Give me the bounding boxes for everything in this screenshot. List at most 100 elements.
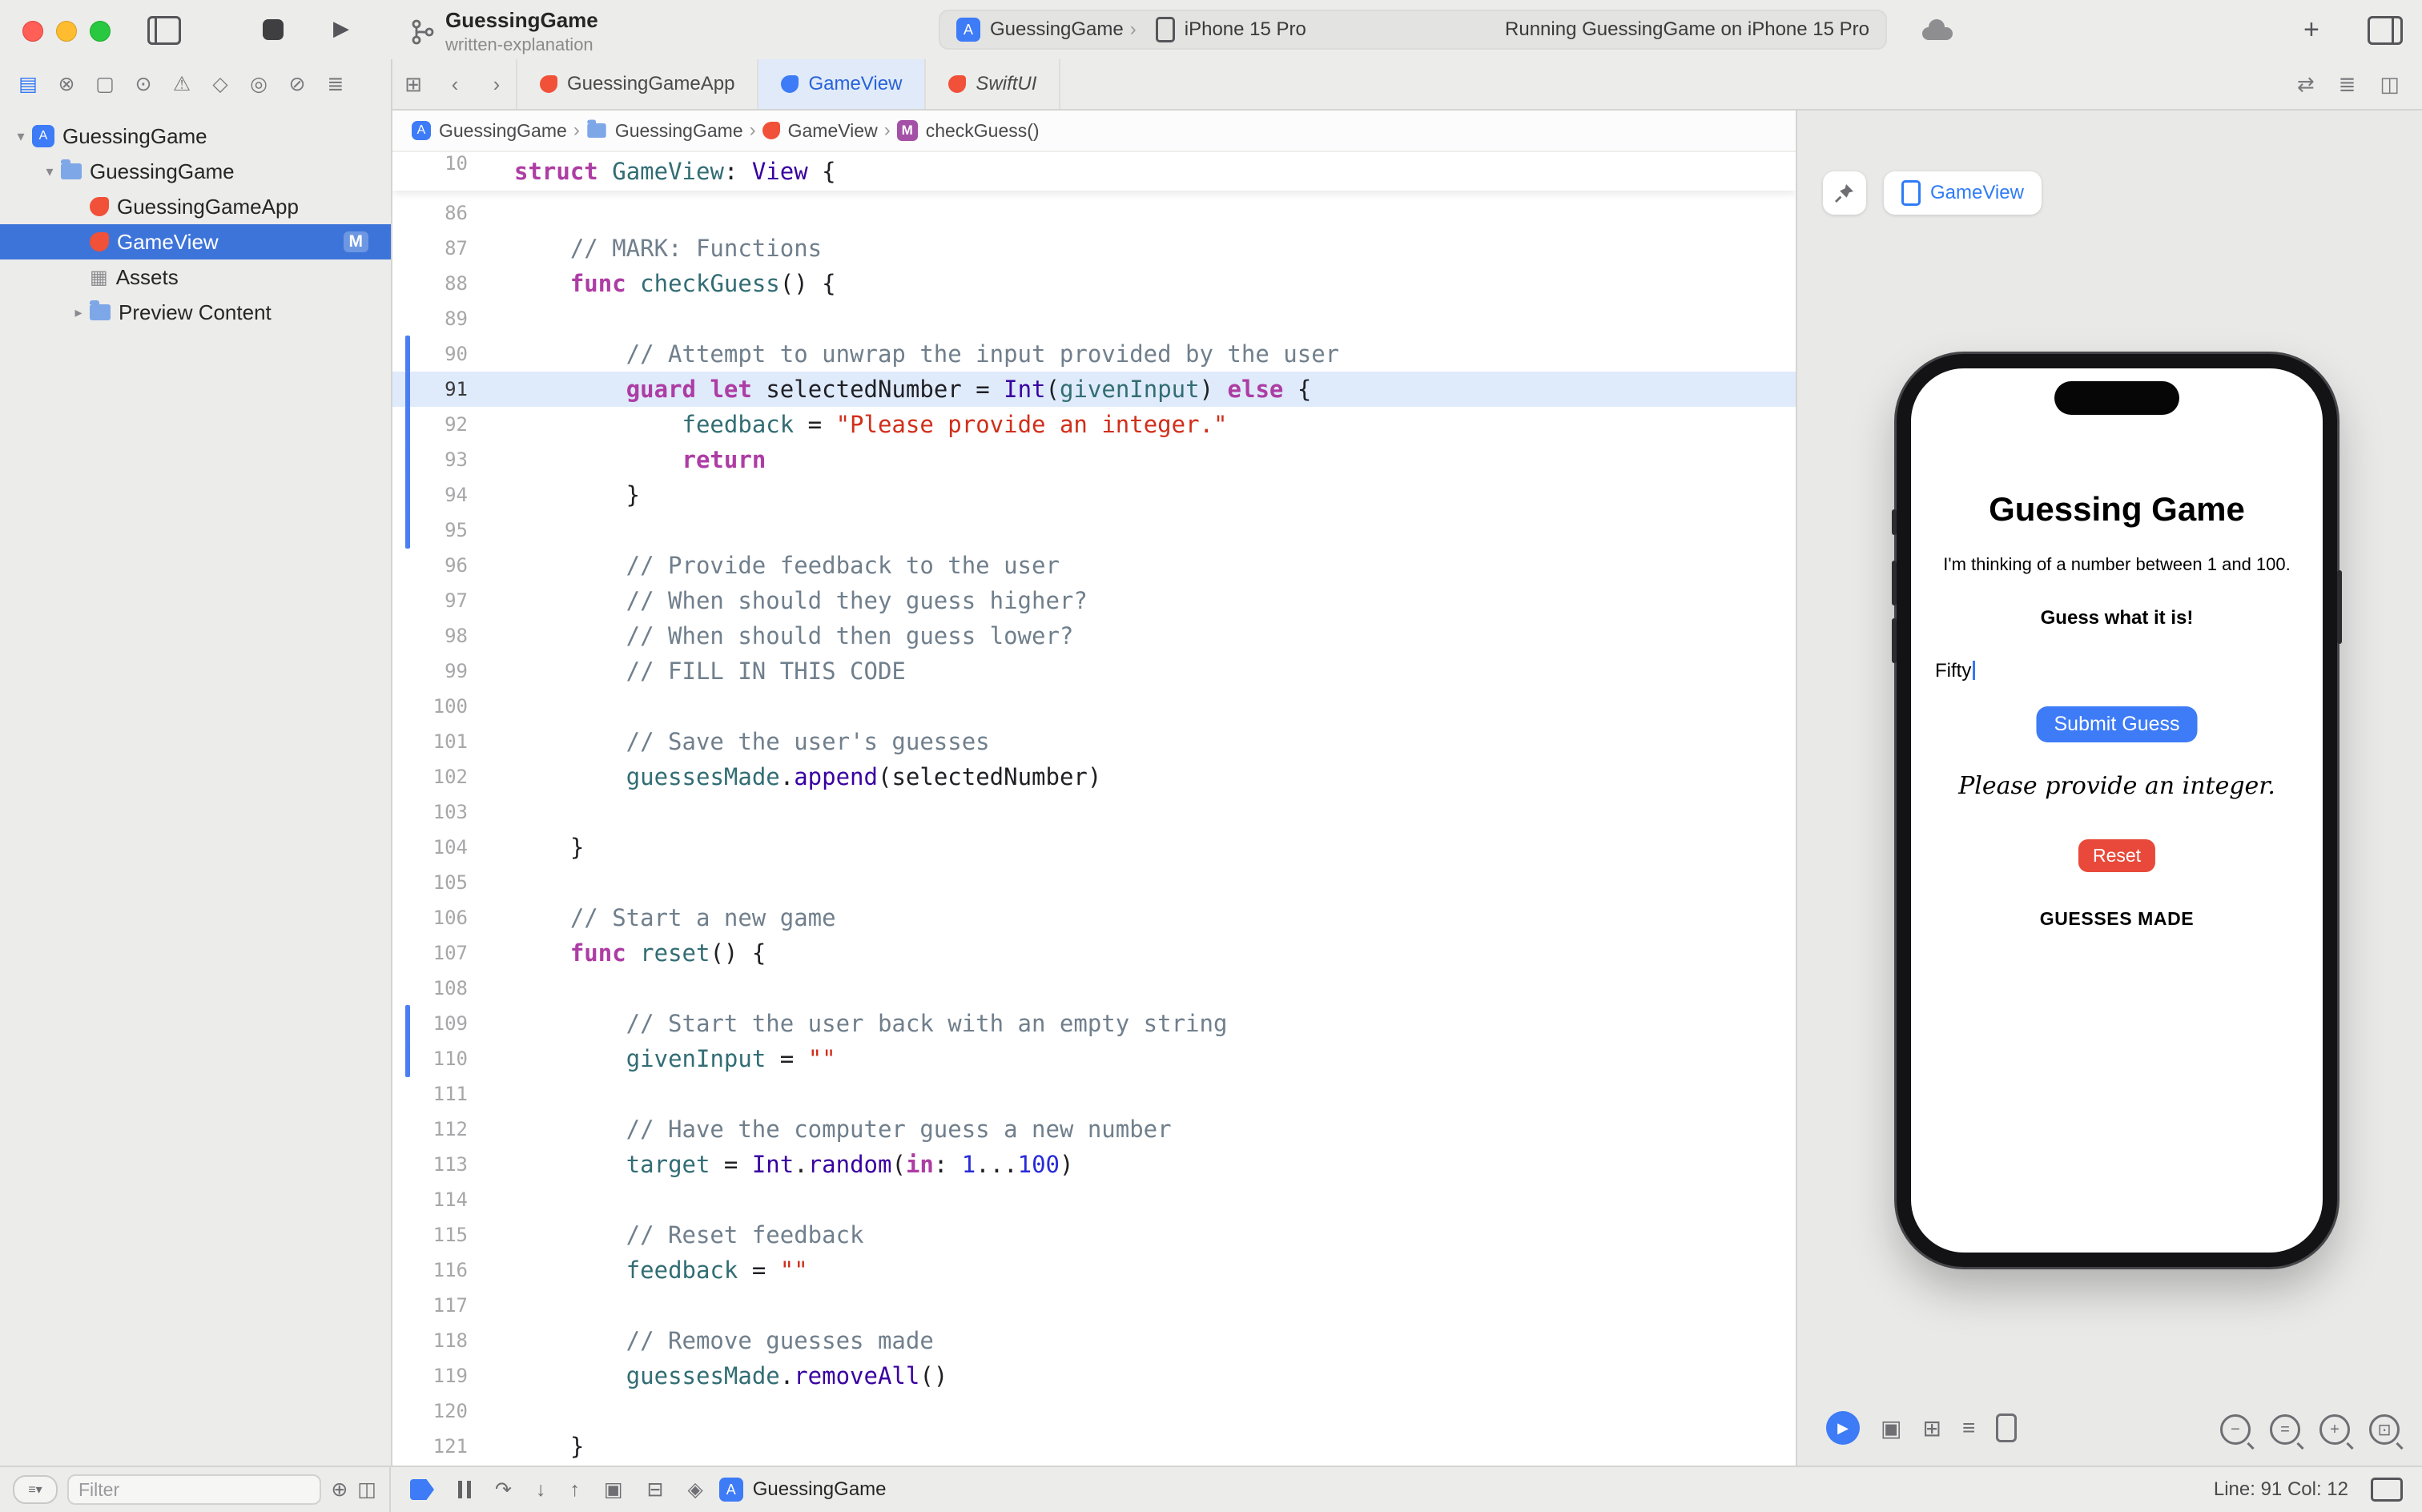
code-line[interactable]: 89 xyxy=(392,301,1796,336)
tests-navigator-icon[interactable]: ◇ xyxy=(205,72,235,96)
code-line[interactable]: 91 guard let selectedNumber = Int(givenI… xyxy=(392,371,1796,408)
filter-menu-icon[interactable]: ≡▾ xyxy=(13,1475,58,1504)
add-button[interactable]: + xyxy=(2303,14,2319,46)
issues-navigator-icon[interactable]: ⚠ xyxy=(167,72,197,96)
code-line[interactable]: 109 // Start the user back with an empty… xyxy=(392,1005,1796,1042)
code-line[interactable]: 90 // Attempt to unwrap the input provid… xyxy=(392,336,1796,372)
tab-overview-icon[interactable]: ⊞ xyxy=(392,59,434,109)
breakpoints-toggle[interactable] xyxy=(410,1479,434,1500)
code-line[interactable]: 102 guessesMade.append(selectedNumber) xyxy=(392,759,1796,794)
device-bezels-button[interactable] xyxy=(1996,1413,2018,1442)
code-line[interactable]: 103 xyxy=(392,794,1796,830)
code-line[interactable]: 88 func checkGuess() { xyxy=(392,266,1796,301)
editor-options-icon[interactable] xyxy=(2368,16,2403,45)
filter-input[interactable] xyxy=(67,1474,322,1505)
sidebar-item-gameview[interactable]: GameView M xyxy=(0,224,391,259)
sidebar-item-guessinggame[interactable]: ▾ GuessingGame xyxy=(0,154,391,189)
code-line[interactable]: 112 // Have the computer guess a new num… xyxy=(392,1112,1796,1147)
recent-files-icon[interactable]: ◫ xyxy=(357,1478,376,1502)
code-line[interactable]: 99 // FILL IN THIS CODE xyxy=(392,653,1796,689)
code-line[interactable]: 92 feedback = "Please provide an integer… xyxy=(392,406,1796,443)
preview-device-chip[interactable]: GameView xyxy=(1884,171,2042,215)
cloud-status-icon[interactable] xyxy=(1922,19,1953,40)
debug-navigator-icon[interactable]: ◎ xyxy=(243,72,274,96)
find-navigator-icon[interactable]: ⊙ xyxy=(128,72,159,96)
code-line[interactable]: 108 xyxy=(392,971,1796,1006)
close-window-button[interactable] xyxy=(22,21,43,42)
code-area[interactable]: 10 struct GameView: View { 86 87 // MARK: … xyxy=(392,152,1796,1467)
code-line[interactable]: 100 xyxy=(392,689,1796,724)
code-line[interactable]: 110 givenInput = "" xyxy=(392,1040,1796,1077)
code-line[interactable]: 106 // Start a new game xyxy=(392,900,1796,935)
project-navigator-icon[interactable]: ▤ xyxy=(13,72,43,96)
stop-button[interactable] xyxy=(263,19,284,40)
code-line[interactable]: 98 // When should then guess lower? xyxy=(392,618,1796,653)
code-line[interactable]: 105 xyxy=(392,865,1796,900)
zoom-in-button[interactable]: + xyxy=(2319,1414,2350,1445)
sticky-declaration-line[interactable]: 10 struct GameView: View { xyxy=(392,152,1796,191)
source-control-navigator-icon[interactable]: ⊗ xyxy=(51,72,82,96)
pause-button[interactable] xyxy=(458,1481,471,1498)
location-button[interactable]: ◈ xyxy=(688,1478,703,1502)
tab-gameview[interactable]: GameView xyxy=(757,59,927,109)
sidebar-item-guessinggame[interactable]: ▾ A GuessingGame xyxy=(0,119,391,154)
breadcrumb-item[interactable]: GameView xyxy=(762,120,878,142)
code-line[interactable]: 117 xyxy=(392,1288,1796,1323)
add-file-icon[interactable]: ⊕ xyxy=(331,1478,348,1502)
scheme-name[interactable]: GuessingGame xyxy=(990,18,1124,41)
sticky-line[interactable]: 10 struct GameView: View { xyxy=(392,152,1796,191)
code-line[interactable]: 104 } xyxy=(392,830,1796,865)
device-settings-button[interactable]: ≡ xyxy=(1962,1415,1975,1441)
submit-guess-button[interactable]: Submit Guess xyxy=(2036,706,2198,742)
variants-button[interactable]: ⊞ xyxy=(1922,1415,1941,1442)
code-review-icon[interactable]: ⇄ xyxy=(2297,72,2315,97)
code-line[interactable]: 121 } xyxy=(392,1429,1796,1464)
tab-guessinggameapp[interactable]: GuessingGameApp xyxy=(516,59,759,109)
display-icon[interactable] xyxy=(2371,1478,2403,1502)
scheme-selector[interactable]: A GuessingGame › iPhone 15 Pro Running G… xyxy=(939,10,1887,50)
code-line[interactable]: 115 // Reset feedback xyxy=(392,1217,1796,1253)
breadcrumb-item[interactable]: GuessingGame xyxy=(586,119,743,142)
zoom-fit-button[interactable]: ⊡ xyxy=(2369,1414,2400,1445)
reset-button[interactable]: Reset xyxy=(2078,839,2156,872)
reports-navigator-icon[interactable]: ≣ xyxy=(320,72,351,96)
zoom-out-button[interactable]: − xyxy=(2220,1414,2251,1445)
step-out-button[interactable]: ↑ xyxy=(569,1478,580,1502)
disclosure-icon[interactable]: ▾ xyxy=(10,128,32,145)
memory-graph-button[interactable]: ⊟ xyxy=(647,1478,664,1502)
zoom-100-button[interactable]: = xyxy=(2270,1414,2300,1445)
running-process[interactable]: A GuessingGame xyxy=(718,1478,887,1502)
bookmarks-navigator-icon[interactable]: ▢ xyxy=(90,72,120,96)
sidebar-item-assets[interactable]: ▦ Assets xyxy=(0,259,391,295)
breakpoints-navigator-icon[interactable]: ⊘ xyxy=(282,72,312,96)
breadcrumb-item[interactable]: McheckGuess() xyxy=(896,120,1040,142)
sidebar-item-preview-content[interactable]: ▸ Preview Content xyxy=(0,295,391,330)
adjust-editor-options-icon[interactable]: ≣ xyxy=(2339,72,2356,97)
code-line[interactable]: 87 // MARK: Functions xyxy=(392,231,1796,266)
code-line[interactable]: 101 // Save the user's guesses xyxy=(392,724,1796,759)
code-line[interactable]: 96 // Provide feedback to the user xyxy=(392,548,1796,583)
add-editor-icon[interactable]: ◫ xyxy=(2380,72,2400,97)
pin-preview-button[interactable] xyxy=(1823,171,1866,215)
code-line[interactable]: 94 } xyxy=(392,477,1796,513)
toggle-navigator-icon[interactable] xyxy=(147,16,181,45)
code-line[interactable]: 107 func reset() { xyxy=(392,935,1796,971)
code-line[interactable]: 95 xyxy=(392,512,1796,549)
code-line[interactable]: 86 xyxy=(392,195,1796,231)
run-button[interactable]: ▶ xyxy=(333,18,349,38)
run-destination[interactable]: iPhone 15 Pro xyxy=(1185,18,1306,41)
code-line[interactable]: 97 // When should they guess higher? xyxy=(392,583,1796,618)
breadcrumb-item[interactable]: A GuessingGame xyxy=(412,120,567,142)
code-line[interactable]: 113 target = Int.random(in: 1...100) xyxy=(392,1147,1796,1182)
code-line[interactable]: 93 return xyxy=(392,441,1796,478)
step-into-button[interactable]: ↓ xyxy=(536,1478,546,1502)
disclosure-icon[interactable]: ▸ xyxy=(67,304,90,321)
sidebar-item-guessinggameapp[interactable]: GuessingGameApp xyxy=(0,189,391,224)
step-over-button[interactable]: ↷ xyxy=(495,1478,512,1502)
code-line[interactable]: 120 xyxy=(392,1393,1796,1429)
code-line[interactable]: 118 // Remove guesses made xyxy=(392,1323,1796,1358)
selectable-mode-button[interactable]: ▣ xyxy=(1881,1415,1901,1442)
minimize-window-button[interactable] xyxy=(56,21,77,42)
live-preview-button[interactable]: ▶ xyxy=(1826,1411,1860,1445)
code-line[interactable]: 114 xyxy=(392,1182,1796,1217)
